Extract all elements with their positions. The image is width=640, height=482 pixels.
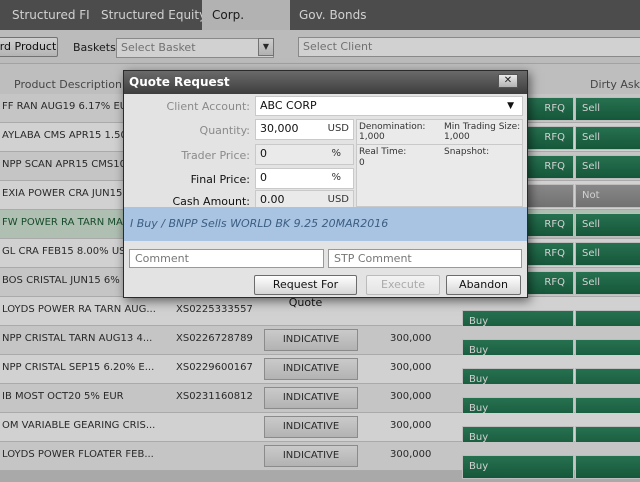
- client-account-label: Client Account:: [166, 100, 250, 113]
- info-divider: [357, 144, 522, 145]
- stp-comment-input[interactable]: STP Comment: [328, 249, 522, 268]
- snapshot-label: Snapshot:: [444, 147, 490, 157]
- quantity-field[interactable]: 30,000 USD: [255, 119, 354, 140]
- denomination-value: 1,000: [359, 132, 385, 142]
- quantity-value: 30,000: [260, 122, 299, 135]
- trade-direction-banner: I Buy / BNPP Sells WORLD BK 9.25 20MAR20…: [124, 207, 527, 241]
- trader-price-unit: %: [331, 148, 341, 159]
- min-trading-label: Min Trading Size:: [444, 122, 521, 132]
- client-account-value: ABC CORP: [260, 99, 317, 112]
- execute-button[interactable]: Execute: [366, 275, 440, 295]
- quantity-unit: USD: [327, 123, 349, 134]
- chevron-down-icon[interactable]: ▼: [507, 97, 514, 115]
- comment-input[interactable]: Comment: [129, 249, 324, 268]
- quantity-label: Quantity:: [199, 124, 250, 137]
- final-price-field[interactable]: 0 %: [255, 168, 354, 189]
- cash-amount-value: 0.00: [260, 193, 285, 206]
- trader-price-field: 0 %: [255, 144, 354, 165]
- denomination-label: Denomination:: [359, 122, 426, 132]
- trader-price-label: Trader Price:: [181, 149, 250, 162]
- min-trading-value: 1,000: [444, 132, 470, 142]
- trader-price-value: 0: [260, 147, 267, 160]
- request-for-quote-button[interactable]: Request For Quote: [254, 275, 357, 309]
- abandon-button[interactable]: Abandon: [446, 275, 521, 295]
- final-price-label: Final Price:: [190, 173, 250, 186]
- cash-amount-unit: USD: [327, 194, 349, 205]
- dialog-title: Quote Request ✕: [124, 71, 527, 94]
- bond-info-panel: Denomination: 1,000 Min Trading Size: 1,…: [356, 119, 523, 207]
- quote-request-dialog: Quote Request ✕ Client Account: ABC CORP…: [123, 70, 528, 309]
- close-icon[interactable]: ✕: [498, 74, 518, 88]
- final-price-value: 0: [260, 171, 267, 184]
- real-time-value: 0: [359, 158, 365, 168]
- real-time-label: Real Time:: [359, 147, 407, 157]
- dialog-title-text: Quote Request: [129, 75, 230, 89]
- client-account-select[interactable]: ABC CORP ▼: [255, 96, 523, 116]
- final-price-unit: %: [331, 172, 341, 183]
